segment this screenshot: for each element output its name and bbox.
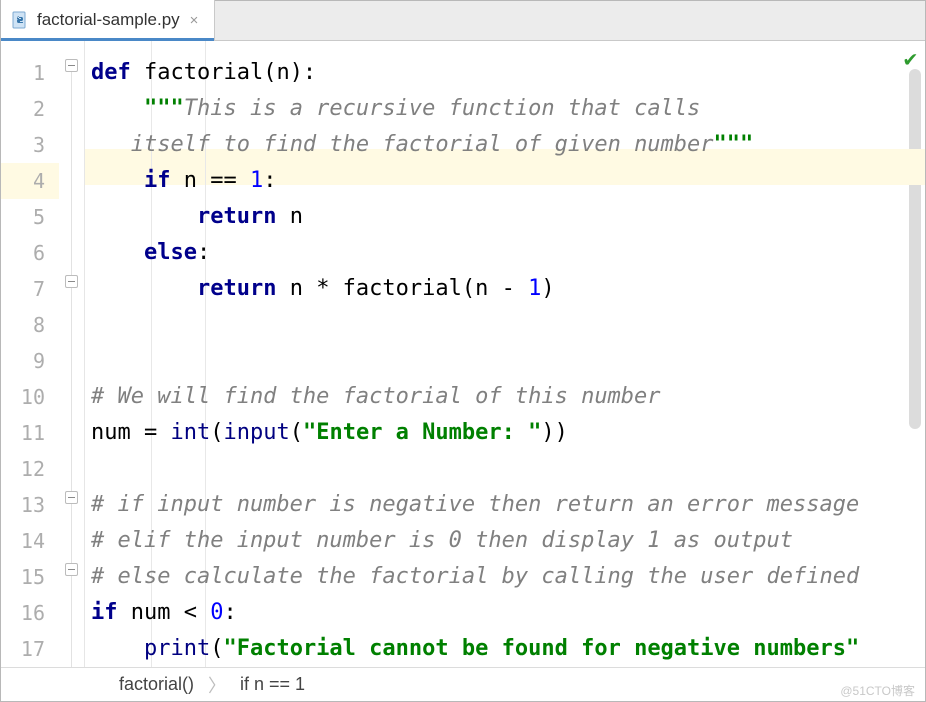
line-number[interactable]: 8 (1, 307, 59, 343)
fold-gutter (59, 41, 85, 667)
line-number[interactable]: 15 (1, 559, 59, 595)
inspection-ok-icon[interactable]: ✔ (904, 47, 917, 72)
code-line[interactable]: if num < 0: (85, 595, 925, 631)
code-line[interactable]: # if input number is negative then retur… (85, 487, 925, 523)
line-number[interactable]: 1 (1, 55, 59, 91)
code-line[interactable] (85, 307, 925, 343)
code-line[interactable]: if n == 1: (85, 163, 925, 199)
fold-toggle-icon[interactable] (65, 275, 78, 288)
fold-toggle-icon[interactable] (65, 59, 78, 72)
breadcrumb: factorial() 〉 if n == 1 @51CTO博客 (1, 667, 925, 701)
breadcrumb-item[interactable]: if n == 1 (240, 674, 305, 695)
code-line[interactable]: return n (85, 199, 925, 235)
line-number[interactable]: 4 (1, 163, 59, 199)
code-line[interactable]: def factorial(n): (85, 55, 925, 91)
line-number[interactable]: 7 (1, 271, 59, 307)
code-line[interactable]: else: (85, 235, 925, 271)
code-line[interactable]: # else calculate the factorial by callin… (85, 559, 925, 595)
breadcrumb-item[interactable]: factorial() (119, 674, 194, 695)
line-number[interactable]: 3 (1, 127, 59, 163)
code-line[interactable] (85, 451, 925, 487)
tab-filename: factorial-sample.py (37, 10, 180, 30)
line-number[interactable]: 9 (1, 343, 59, 379)
file-tab[interactable]: factorial-sample.py × (1, 0, 215, 40)
code-editor[interactable]: ✔ 1 2 3 4 5 6 7 8 9 10 11 12 13 14 15 16… (1, 41, 925, 667)
editor-window: factorial-sample.py × ✔ 1 2 3 4 5 6 7 8 … (0, 0, 926, 702)
close-icon[interactable]: × (188, 12, 201, 29)
line-number[interactable]: 14 (1, 523, 59, 559)
line-number-gutter: 1 2 3 4 5 6 7 8 9 10 11 12 13 14 15 16 1… (1, 41, 59, 667)
tab-bar: factorial-sample.py × (1, 1, 925, 41)
line-number[interactable]: 16 (1, 595, 59, 631)
line-number[interactable]: 13 (1, 487, 59, 523)
chevron-right-icon: 〉 (208, 672, 226, 698)
line-number[interactable]: 6 (1, 235, 59, 271)
code-line[interactable]: print("Factorial cannot be found for neg… (85, 631, 925, 667)
line-number[interactable]: 10 (1, 379, 59, 415)
line-number[interactable]: 11 (1, 415, 59, 451)
code-line[interactable]: # We will find the factorial of this num… (85, 379, 925, 415)
code-line[interactable]: return n * factorial(n - 1) (85, 271, 925, 307)
code-line[interactable]: # elif the input number is 0 then displa… (85, 523, 925, 559)
line-number[interactable]: 5 (1, 199, 59, 235)
code-line[interactable]: itself to find the factorial of given nu… (85, 127, 925, 163)
watermark: @51CTO博客 (840, 682, 915, 699)
python-file-icon (11, 11, 29, 29)
line-number[interactable]: 17 (1, 631, 59, 667)
code-line[interactable]: num = int(input("Enter a Number: ")) (85, 415, 925, 451)
code-line[interactable] (85, 343, 925, 379)
line-number[interactable]: 2 (1, 91, 59, 127)
fold-toggle-icon[interactable] (65, 491, 78, 504)
code-line[interactable]: """This is a recursive function that cal… (85, 91, 925, 127)
fold-toggle-icon[interactable] (65, 563, 78, 576)
code-area[interactable]: def factorial(n): """This is a recursive… (85, 41, 925, 667)
line-number[interactable]: 12 (1, 451, 59, 487)
